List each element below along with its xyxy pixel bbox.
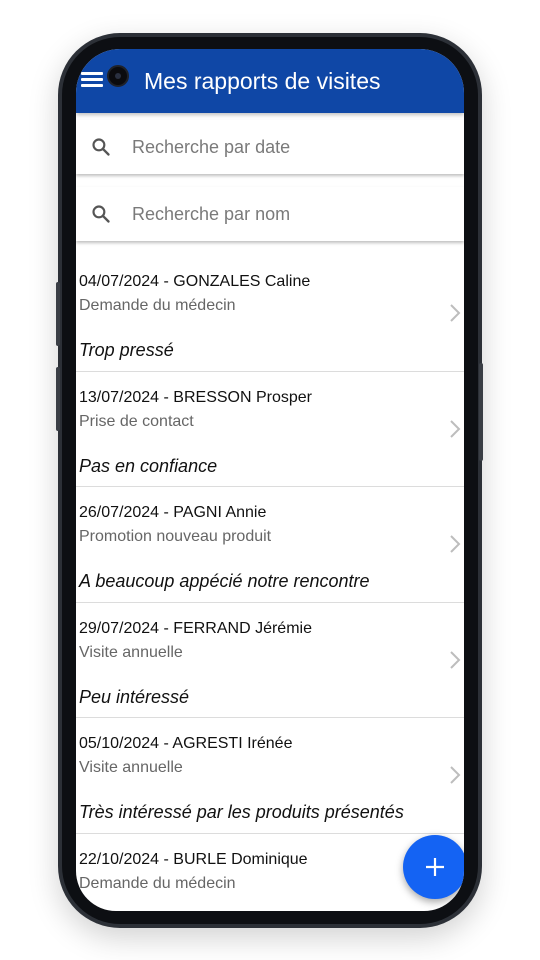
name-search-input[interactable] (132, 201, 432, 227)
report-reason: Prise de contact (79, 412, 194, 430)
date-search-input[interactable] (132, 134, 432, 160)
app-bar: Mes rapports de visites (76, 49, 464, 113)
chevron-right-icon (450, 535, 461, 553)
list-item[interactable]: 05/10/2024 - AGRESTI Irénée Visite annue… (76, 718, 464, 834)
report-title: 05/10/2024 - AGRESTI Irénée (79, 735, 293, 752)
report-reason: Demande du médecin (79, 874, 236, 892)
hamburger-menu-icon[interactable] (81, 72, 103, 90)
plus-icon (426, 858, 444, 876)
report-reason: Promotion nouveau produit (79, 528, 272, 545)
volume-down-button (56, 367, 60, 431)
report-comment: Pas en confiance (79, 455, 218, 476)
volume-up-button (56, 282, 60, 346)
report-list: 04/07/2024 - GONZALES Caline Demande du … (76, 256, 464, 911)
page-title: Mes rapports de visites (144, 68, 381, 94)
chevron-right-icon (450, 766, 461, 784)
search-icon (92, 205, 110, 223)
date-search-bar (76, 120, 464, 174)
report-reason: Visite annuelle (79, 759, 183, 776)
search-icon (92, 138, 110, 156)
list-item[interactable]: 04/07/2024 - GONZALES Caline Demande du … (76, 256, 464, 372)
report-reason: Visite annuelle (79, 643, 183, 661)
list-item[interactable]: 29/07/2024 - FERRAND Jérémie Visite annu… (76, 603, 464, 718)
list-item[interactable]: 26/07/2024 - PAGNI Annie Promotion nouve… (76, 487, 464, 603)
report-reason: Demande du médecin (79, 297, 236, 314)
power-button (479, 363, 483, 461)
chevron-right-icon (450, 650, 461, 669)
report-comment: Très intéressé par les produits présenté… (79, 802, 404, 822)
list-item[interactable]: 13/07/2024 - BRESSON Prosper Prise de co… (76, 372, 464, 487)
front-camera (107, 65, 129, 87)
report-title: 22/10/2024 - BURLE Dominique (79, 850, 308, 868)
name-search-bar (76, 187, 464, 241)
report-comment: Peu intéressé (79, 686, 190, 707)
add-report-button[interactable] (403, 835, 464, 899)
report-title: 26/07/2024 - PAGNI Annie (79, 504, 267, 521)
report-comment: Trop pressé (79, 340, 174, 360)
chevron-right-icon (450, 419, 461, 438)
report-comment: A beaucoup appécié notre rencontre (79, 571, 370, 591)
report-title: 29/07/2024 - FERRAND Jérémie (79, 619, 312, 637)
chevron-right-icon (450, 304, 461, 322)
report-title: 04/07/2024 - GONZALES Caline (79, 273, 311, 290)
report-title: 13/07/2024 - BRESSON Prosper (79, 388, 313, 406)
app-screen: Mes rapports de visites 04/07/2024 - GON… (76, 49, 464, 911)
